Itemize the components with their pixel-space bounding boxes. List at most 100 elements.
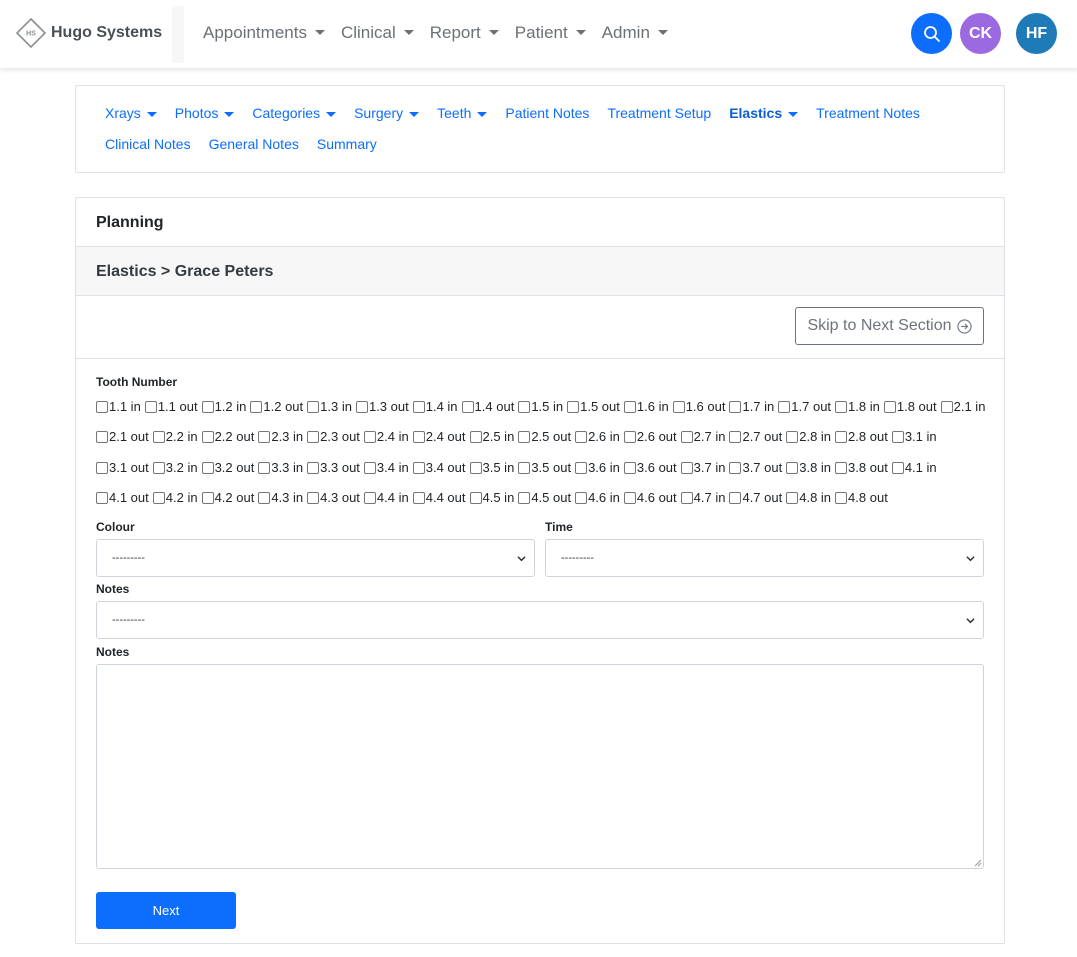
notes-textarea[interactable] <box>96 664 984 869</box>
tooth-checkbox[interactable] <box>623 461 636 474</box>
tooth-checkbox[interactable] <box>201 491 214 504</box>
time-select[interactable]: --------- <box>545 539 984 577</box>
tooth-checkbox[interactable] <box>307 400 320 413</box>
resize-handle-icon[interactable] <box>974 859 982 867</box>
tooth-checkbox-item[interactable]: 2.8 out <box>835 429 892 444</box>
tooth-checkbox-item[interactable]: 2.2 in <box>152 429 202 444</box>
tooth-checkbox[interactable] <box>729 491 742 504</box>
tooth-checkbox-item[interactable]: 2.4 out <box>412 429 470 444</box>
tooth-checkbox[interactable] <box>363 430 376 443</box>
tooth-checkbox-item[interactable]: 1.3 out <box>355 399 413 414</box>
tooth-checkbox-item[interactable]: 4.5 in <box>469 490 519 505</box>
tooth-checkbox-item[interactable]: 2.2 out <box>201 429 259 444</box>
tooth-checkbox[interactable] <box>891 430 904 443</box>
tooth-checkbox-item[interactable]: 1.2 out <box>250 399 307 414</box>
tooth-checkbox-item[interactable]: 1.5 out <box>567 399 624 414</box>
tooth-checkbox[interactable] <box>412 430 425 443</box>
tooth-checkbox[interactable] <box>307 491 320 504</box>
section-nav-teeth[interactable]: Teeth <box>437 105 488 121</box>
tooth-checkbox[interactable] <box>680 491 693 504</box>
tooth-checkbox-item[interactable]: 4.7 in <box>680 490 730 505</box>
tooth-checkbox[interactable] <box>891 461 904 474</box>
tooth-checkbox[interactable] <box>575 430 588 443</box>
tooth-checkbox[interactable] <box>623 430 636 443</box>
tooth-checkbox[interactable] <box>363 461 376 474</box>
tooth-checkbox[interactable] <box>729 430 742 443</box>
tooth-checkbox[interactable] <box>835 461 848 474</box>
tooth-checkbox-item[interactable]: 2.7 in <box>680 429 730 444</box>
tooth-checkbox-item[interactable]: 4.4 in <box>363 490 413 505</box>
tooth-checkbox[interactable] <box>412 461 425 474</box>
tooth-checkbox-item[interactable]: 3.6 out <box>623 460 681 475</box>
section-nav-patient-notes[interactable]: Patient Notes <box>505 105 589 121</box>
tooth-checkbox[interactable] <box>469 430 482 443</box>
tooth-checkbox-item[interactable]: 3.4 in <box>363 460 413 475</box>
tooth-checkbox[interactable] <box>786 430 799 443</box>
menu-patient[interactable]: Patient <box>507 23 594 43</box>
tooth-checkbox-item[interactable]: 4.6 out <box>623 490 681 505</box>
section-nav-clinical-notes[interactable]: Clinical Notes <box>105 136 191 152</box>
tooth-checkbox[interactable] <box>201 430 214 443</box>
tooth-checkbox-item[interactable]: 4.2 out <box>201 490 259 505</box>
tooth-checkbox[interactable] <box>469 491 482 504</box>
tooth-checkbox-item[interactable]: 3.2 in <box>152 460 202 475</box>
tooth-checkbox[interactable] <box>786 491 799 504</box>
tooth-checkbox[interactable] <box>567 400 580 413</box>
tooth-checkbox-item[interactable]: 2.8 in <box>786 429 835 444</box>
tooth-checkbox[interactable] <box>575 491 588 504</box>
tooth-checkbox[interactable] <box>786 461 799 474</box>
tooth-checkbox-item[interactable]: 4.6 in <box>575 490 624 505</box>
tooth-checkbox[interactable] <box>412 491 425 504</box>
tooth-checkbox[interactable] <box>575 461 588 474</box>
tooth-checkbox[interactable] <box>258 461 271 474</box>
tooth-checkbox[interactable] <box>152 491 165 504</box>
tooth-checkbox[interactable] <box>672 400 685 413</box>
tooth-checkbox-item[interactable]: 1.2 in <box>201 399 251 414</box>
tooth-checkbox[interactable] <box>623 491 636 504</box>
tooth-checkbox-item[interactable]: 2.7 out <box>729 429 786 444</box>
tooth-checkbox-item[interactable]: 4.8 out <box>835 490 892 505</box>
tooth-checkbox-item[interactable]: 1.7 in <box>729 399 778 414</box>
tooth-checkbox-item[interactable]: 2.1 in <box>940 399 990 414</box>
tooth-checkbox[interactable] <box>729 400 742 413</box>
tooth-checkbox[interactable] <box>355 400 368 413</box>
tooth-checkbox-item[interactable]: 1.8 in <box>835 399 884 414</box>
tooth-checkbox[interactable] <box>729 461 742 474</box>
tooth-checkbox-item[interactable]: 1.4 out <box>461 399 519 414</box>
tooth-checkbox[interactable] <box>835 491 848 504</box>
tooth-checkbox-item[interactable]: 3.4 out <box>412 460 470 475</box>
tooth-checkbox[interactable] <box>778 400 791 413</box>
avatar-hf[interactable]: HF <box>1016 13 1057 54</box>
tooth-checkbox[interactable] <box>96 491 108 504</box>
tooth-checkbox[interactable] <box>835 400 848 413</box>
tooth-checkbox-item[interactable]: 1.7 out <box>778 399 835 414</box>
tooth-checkbox-item[interactable]: 1.4 in <box>412 399 462 414</box>
tooth-checkbox[interactable] <box>883 400 896 413</box>
tooth-checkbox[interactable] <box>96 430 108 443</box>
tooth-checkbox-item[interactable]: 1.1 in <box>96 399 145 414</box>
tooth-checkbox-item[interactable]: 3.8 out <box>835 460 892 475</box>
avatar-ck[interactable]: CK <box>960 13 1001 54</box>
section-nav-photos[interactable]: Photos <box>175 105 235 121</box>
tooth-checkbox-item[interactable]: 1.1 out <box>144 399 202 414</box>
menu-appointments[interactable]: Appointments <box>195 23 333 43</box>
tooth-checkbox[interactable] <box>152 461 165 474</box>
tooth-checkbox-item[interactable]: 2.6 out <box>623 429 681 444</box>
menu-report[interactable]: Report <box>422 23 507 43</box>
section-nav-treatment-setup[interactable]: Treatment Setup <box>607 105 711 121</box>
tooth-checkbox-item[interactable]: 2.3 in <box>258 429 307 444</box>
tooth-checkbox-item[interactable]: 3.5 out <box>518 460 575 475</box>
tooth-checkbox[interactable] <box>518 491 531 504</box>
tooth-checkbox-item[interactable]: 4.8 in <box>786 490 835 505</box>
tooth-checkbox-item[interactable]: 2.1 out <box>96 429 153 444</box>
tooth-checkbox-item[interactable]: 3.2 out <box>201 460 259 475</box>
tooth-checkbox-item[interactable]: 3.7 in <box>680 460 730 475</box>
tooth-checkbox[interactable] <box>201 461 214 474</box>
tooth-checkbox[interactable] <box>623 400 636 413</box>
tooth-checkbox-item[interactable]: 3.8 in <box>786 460 835 475</box>
tooth-checkbox-item[interactable]: 3.7 out <box>729 460 786 475</box>
tooth-checkbox-item[interactable]: 3.5 in <box>469 460 519 475</box>
tooth-checkbox-item[interactable]: 3.3 in <box>258 460 307 475</box>
tooth-checkbox-item[interactable]: 3.1 out <box>96 460 153 475</box>
tooth-checkbox[interactable] <box>96 461 108 474</box>
